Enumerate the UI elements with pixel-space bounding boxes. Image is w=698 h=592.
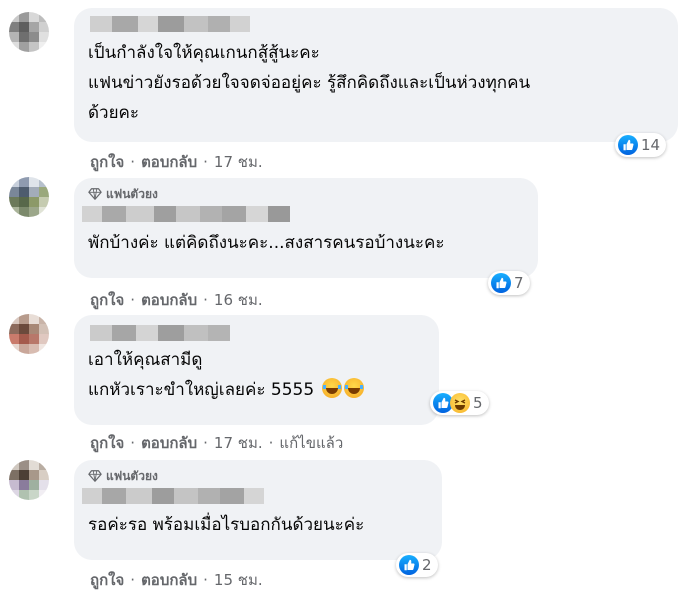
like-icon: [618, 135, 638, 155]
timestamp[interactable]: 15 ชม.: [214, 568, 263, 592]
separator-dot: ·: [130, 291, 136, 309]
reply-button[interactable]: ตอบกลับ: [141, 431, 197, 455]
separator-dot: ·: [203, 434, 208, 452]
separator-dot: ·: [130, 571, 136, 589]
reaction-summary[interactable]: 5: [430, 391, 489, 415]
like-icon: [491, 273, 511, 293]
avatar[interactable]: [9, 12, 49, 52]
comment-bubble: เป็นกำลังใจให้คุณเกนกสู้สู้นะคะ แฟนข่าวย…: [74, 8, 678, 142]
diamond-icon: [88, 470, 102, 482]
laughing-emoji: [321, 378, 342, 398]
timestamp[interactable]: 16 ชม.: [214, 288, 263, 312]
comment-bubble: แฟนตัวยง พักบ้างค่ะ แต่คิดถึงนะคะ...สงสา…: [74, 178, 538, 278]
comment-text: พักบ้างค่ะ แต่คิดถึงนะคะ...สงสารคนรอบ้าง…: [88, 233, 445, 253]
avatar[interactable]: [9, 177, 49, 217]
comment-actions: ถูกใจ · ตอบกลับ · 15 ชม.: [90, 568, 263, 592]
comment-bubble: แฟนตัวยง รอค่ะรอ พร้อมเมื่อไรบอกกันด้วยน…: [74, 460, 442, 560]
separator-dot: ·: [203, 291, 208, 309]
top-fan-badge: แฟนตัวยง: [88, 186, 526, 202]
separator-dot: ·: [130, 434, 136, 452]
reply-button[interactable]: ตอบกลับ: [141, 288, 197, 312]
top-fan-badge: แฟนตัวยง: [88, 468, 430, 484]
reaction-count: 5: [473, 394, 483, 412]
fan-badge-label: แฟนตัวยง: [106, 186, 158, 201]
avatar[interactable]: [9, 460, 49, 500]
reaction-count: 2: [422, 556, 432, 574]
separator-dot: ·: [268, 434, 274, 452]
comment-text: เอาให้คุณสามีดู แกหัวเราะขำใหญ่เลยค่ะ 55…: [88, 345, 427, 405]
reply-button[interactable]: ตอบกลับ: [141, 150, 197, 174]
comment-actions: ถูกใจ · ตอบกลับ · 16 ชม.: [90, 288, 263, 312]
commenter-name[interactable]: [82, 488, 430, 504]
comment-text: รอค่ะรอ พร้อมเมื่อไรบอกกันด้วยนะค่ะ: [88, 515, 365, 535]
reaction-summary[interactable]: 14: [615, 133, 667, 157]
like-icon: [399, 555, 419, 575]
laughing-emoji: [343, 378, 364, 398]
like-button[interactable]: ถูกใจ: [90, 568, 124, 592]
reaction-count: 7: [514, 274, 524, 292]
reaction-summary[interactable]: 7: [488, 271, 530, 295]
comment-actions: ถูกใจ · ตอบกลับ · 17 ชม.: [90, 150, 263, 174]
avatar[interactable]: [9, 314, 49, 354]
commenter-name[interactable]: [82, 206, 526, 222]
like-button[interactable]: ถูกใจ: [90, 431, 124, 455]
like-button[interactable]: ถูกใจ: [90, 288, 124, 312]
comment-bubble: เอาให้คุณสามีดู แกหัวเราะขำใหญ่เลยค่ะ 55…: [74, 315, 439, 425]
reaction-summary[interactable]: 2: [396, 553, 438, 577]
separator-dot: ·: [203, 571, 208, 589]
commenter-name[interactable]: [90, 16, 666, 32]
reaction-count: 14: [641, 136, 661, 154]
haha-icon: [450, 393, 470, 413]
comment-text: เป็นกำลังใจให้คุณเกนกสู้สู้นะคะ แฟนข่าวย…: [88, 43, 531, 123]
commenter-name[interactable]: [90, 325, 427, 341]
reply-button[interactable]: ตอบกลับ: [141, 568, 197, 592]
fan-badge-label: แฟนตัวยง: [106, 468, 158, 483]
edited-label[interactable]: แก้ไขแล้ว: [279, 431, 343, 455]
diamond-icon: [88, 188, 102, 200]
separator-dot: ·: [203, 153, 208, 171]
timestamp[interactable]: 17 ชม.: [214, 431, 263, 455]
like-button[interactable]: ถูกใจ: [90, 150, 124, 174]
timestamp[interactable]: 17 ชม.: [214, 150, 263, 174]
comment-actions: ถูกใจ · ตอบกลับ · 17 ชม. · แก้ไขแล้ว: [90, 431, 343, 455]
separator-dot: ·: [130, 153, 136, 171]
